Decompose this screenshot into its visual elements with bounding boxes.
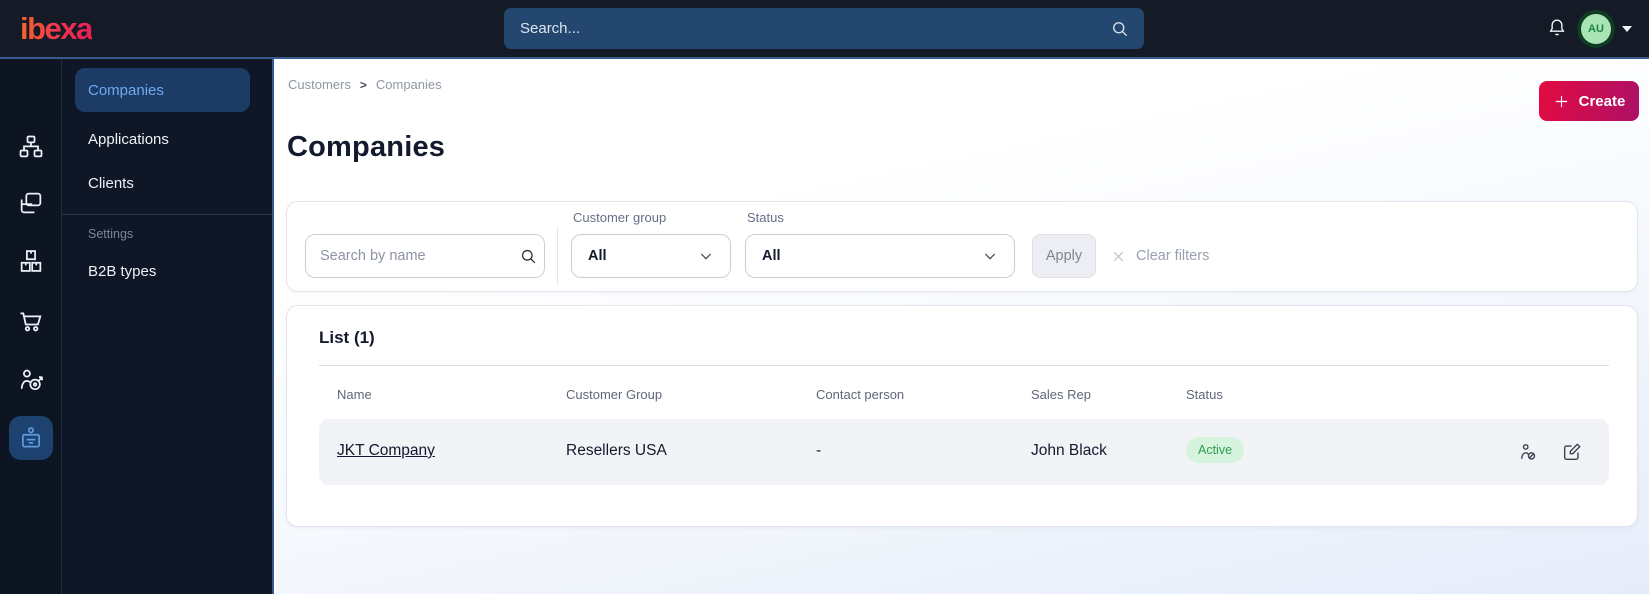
- global-search[interactable]: [504, 8, 1144, 49]
- deactivate-user-icon[interactable]: [1517, 441, 1539, 463]
- plus-icon: [1553, 93, 1570, 110]
- create-button[interactable]: Create: [1539, 81, 1639, 121]
- column-header-contact-person: Contact person: [816, 387, 905, 402]
- app-window: ibexa AU: [0, 0, 1649, 594]
- list-card: List (1) Name Customer Group Contact per…: [286, 305, 1638, 527]
- customer-group-dropdown[interactable]: All: [571, 234, 731, 278]
- breadcrumb-companies[interactable]: Companies: [376, 77, 442, 92]
- sidebar-icon-rail: [0, 59, 62, 594]
- list-title: List (1): [319, 328, 375, 347]
- sidebar-divider: [62, 214, 272, 215]
- customer-group-cell: Resellers USA: [566, 442, 667, 459]
- breadcrumb-separator: >: [359, 77, 367, 92]
- filter-search-field[interactable]: [305, 234, 545, 278]
- main-content: Customers > Companies Create Companies S…: [276, 59, 1649, 594]
- company-badge-icon-active[interactable]: [9, 416, 53, 460]
- column-header-status: Status: [1186, 387, 1223, 402]
- create-button-label: Create: [1578, 92, 1626, 110]
- customer-group-value: All: [588, 248, 607, 264]
- notification-bell-icon[interactable]: [1546, 16, 1568, 40]
- filter-divider: [557, 227, 558, 285]
- status-value: All: [762, 248, 781, 264]
- global-search-input[interactable]: [504, 20, 1110, 37]
- page-title: Companies: [287, 131, 446, 163]
- search-icon: [519, 247, 538, 266]
- edit-icon[interactable]: [1561, 441, 1583, 463]
- products-boxes-icon[interactable]: [17, 247, 45, 275]
- chevron-down-icon: [982, 248, 998, 264]
- customer-target-icon[interactable]: [17, 366, 45, 394]
- sidebar-item-clients[interactable]: Clients: [88, 175, 134, 192]
- avatar-initials: AU: [1581, 14, 1611, 44]
- close-icon: [1111, 249, 1126, 264]
- filter-search-input[interactable]: [306, 248, 519, 264]
- filters-card: Customer group All Status All Apply: [286, 201, 1638, 292]
- contact-person-cell: -: [816, 442, 822, 459]
- breadcrumb-customers[interactable]: Customers: [288, 77, 351, 92]
- sidebar-item-label: Companies: [88, 81, 164, 99]
- search-icon: [1110, 19, 1130, 39]
- breadcrumb: Customers > Companies: [288, 77, 442, 92]
- sidebar-item-companies[interactable]: Companies: [75, 68, 250, 112]
- caret-down-icon[interactable]: [1622, 26, 1632, 32]
- table-row: JKT Company Resellers USA - John Black A…: [319, 419, 1609, 485]
- chevron-down-icon: [698, 248, 714, 264]
- clear-filters-button[interactable]: Clear filters: [1111, 234, 1209, 278]
- column-header-sales-rep: Sales Rep: [1031, 387, 1091, 402]
- sidebar-item-applications[interactable]: Applications: [88, 131, 169, 148]
- content-tree-icon[interactable]: [17, 133, 45, 161]
- sales-rep-cell: John Black: [1031, 442, 1107, 459]
- user-avatar[interactable]: AU: [1577, 10, 1615, 48]
- status-label: Status: [747, 210, 784, 225]
- column-header-customer-group: Customer Group: [566, 387, 663, 402]
- sidebar-section-settings: Settings: [88, 227, 134, 241]
- company-name-link[interactable]: JKT Company: [337, 442, 435, 460]
- list-divider: [319, 365, 1609, 366]
- status-dropdown[interactable]: All: [745, 234, 1015, 278]
- sidebar-item-b2b-types[interactable]: B2B types: [88, 263, 156, 280]
- pages-icon[interactable]: [17, 189, 45, 217]
- ibexa-logo: ibexa: [20, 11, 93, 46]
- sidebar-menu: Companies Applications Clients Settings …: [62, 59, 274, 594]
- column-header-name: Name: [337, 387, 372, 402]
- top-bar: ibexa AU: [0, 0, 1649, 59]
- clear-filters-label: Clear filters: [1136, 248, 1210, 264]
- cart-icon[interactable]: [17, 307, 45, 335]
- apply-button[interactable]: Apply: [1032, 234, 1096, 278]
- customer-group-label: Customer group: [573, 210, 667, 225]
- status-badge: Active: [1186, 437, 1245, 463]
